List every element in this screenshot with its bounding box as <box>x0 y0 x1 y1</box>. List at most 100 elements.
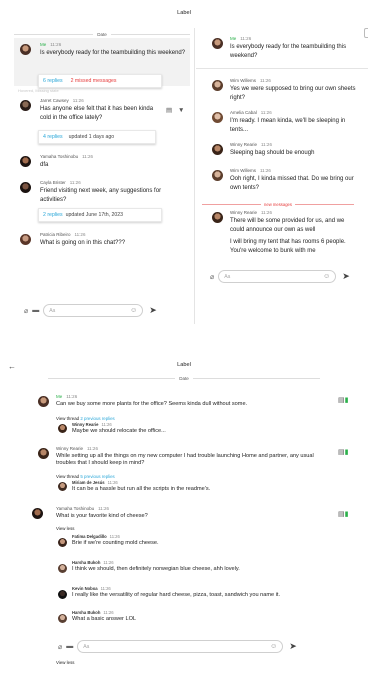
sticker-icon[interactable]: ▬ <box>32 307 39 314</box>
message-input[interactable]: Aa ☺ <box>43 304 144 317</box>
input-placeholder: Aa <box>83 643 90 650</box>
author-name: Harsha Bukoh <box>72 560 101 565</box>
thread-preview-reply[interactable]: Miriam de Jesús 11:26 It can be a hassle … <box>72 480 210 493</box>
message-text: Ooh right, I kinda missed that. Do we br… <box>230 176 354 191</box>
message-text: Maybe we should relocate the office... <box>72 428 166 434</box>
thread-icon[interactable]: ▤ <box>338 397 345 404</box>
pin-icon[interactable]: ▼ <box>178 107 184 114</box>
timestamp: 11:26 <box>82 154 94 159</box>
view-less-link[interactable]: View less <box>56 526 74 531</box>
updated-text: updated June 17th, 2023 <box>65 212 124 218</box>
message-text: While setting up all the things on my ne… <box>56 453 314 466</box>
author-name: Miriam de Jesús <box>72 480 105 485</box>
timestamp: 11:26 <box>260 78 271 83</box>
send-icon[interactable]: ➤ <box>342 271 350 282</box>
thread-message-input[interactable]: Aa ☺ <box>218 270 337 283</box>
thread-summary[interactable]: 2 replies updated June 17th, 2023 <box>38 208 162 222</box>
author-name: Cayla Brister <box>40 180 66 185</box>
send-icon[interactable]: ➤ <box>149 305 157 316</box>
message-text: Yes we were supposed to bring our own sh… <box>230 86 356 101</box>
channel-pane: Date Me 11:26 Is everybody ready for the … <box>14 32 190 328</box>
timestamp: 11:26 <box>107 480 118 485</box>
timestamp: 11:26 <box>261 210 272 215</box>
author-name: Winny Rearie <box>230 142 258 147</box>
message-text: It can be a hassle but run all the scrip… <box>72 486 211 492</box>
view-less-link[interactable]: View less <box>56 660 74 665</box>
thread-reply[interactable]: Kevin Noboa 11:26 I really like the versa… <box>72 586 280 599</box>
emoji-icon[interactable]: ☺ <box>130 307 137 314</box>
previous-replies-link[interactable]: 2 previous replies <box>80 416 114 421</box>
thread-icon[interactable]: ▤ <box>166 107 172 114</box>
avatar <box>212 144 223 155</box>
thread-message-input[interactable]: Aa ☺ <box>77 640 284 653</box>
sticker-icon[interactable]: ▬ <box>66 643 73 650</box>
thread-reply[interactable]: Harsha Bukoh 11:26 I think we should, the… <box>72 560 240 573</box>
view-thread-link[interactable]: View thread <box>56 416 79 421</box>
avatar <box>212 170 223 181</box>
author-name: Wim Willems <box>230 78 256 83</box>
author-name: Winny Rearie <box>56 446 84 451</box>
author-name: Yamaha Toshinobu <box>56 506 95 511</box>
author-name: Amelia Cabal <box>230 110 257 115</box>
timestamp: 11:26 <box>66 394 78 399</box>
thread-divider <box>196 68 368 69</box>
view-thread-row[interactable]: View thread 5 previous replies <box>56 474 115 479</box>
timestamp: 11:26 <box>72 98 84 103</box>
avatar <box>32 508 43 519</box>
message-text: I will bring my tent that has rooms 6 pe… <box>230 239 346 254</box>
paperclip-icon[interactable]: ⌀ <box>210 273 214 281</box>
replies-link[interactable]: 2 replies <box>43 212 63 218</box>
input-placeholder: Aa <box>49 307 56 314</box>
timestamp: 11:26 <box>69 180 81 185</box>
avatar <box>20 182 31 193</box>
page-title: Label <box>177 362 191 368</box>
avatar <box>58 482 67 491</box>
page-title: Label <box>177 10 191 16</box>
thread-reply[interactable]: Harsha Bukoh 11:26 What a basic answer LO… <box>72 610 136 623</box>
thread-icon[interactable]: ▤ <box>338 511 345 518</box>
avatar <box>58 538 67 547</box>
thread-summary[interactable]: 4 replies updated 1 days ago <box>38 130 156 144</box>
avatar <box>38 448 49 459</box>
author-name: Kevin Noboa <box>72 586 98 591</box>
view-thread-link[interactable]: View thread <box>56 474 79 479</box>
thread-reply[interactable]: Fatima Delgadillo 11:26 Brie if we're cou… <box>72 534 159 547</box>
author-name: Wim Willems <box>230 168 256 173</box>
timestamp: 11:26 <box>261 142 272 147</box>
mobile-inline-threads-view: ← Label Date Me 11:26 Can we buy some mor… <box>0 360 368 680</box>
avatar <box>212 212 223 223</box>
message-text: What is going on in this chat??? <box>40 240 126 246</box>
view-thread-row[interactable]: View thread 2 previous replies <box>56 416 115 421</box>
pane-divider <box>194 28 195 324</box>
timestamp: 11:26 <box>101 422 112 427</box>
message-text: I'm ready. I mean kinda, we'll be sleepi… <box>230 118 346 133</box>
thread-panel-toggle[interactable] <box>364 28 368 38</box>
author-name: Yamaha Toshinobu <box>40 154 79 159</box>
replies-link[interactable]: 4 replies <box>43 134 63 140</box>
unread-indicator-icon: ▮ <box>344 397 349 404</box>
timestamp: 11:26 <box>260 110 272 115</box>
author-name: Me <box>230 36 237 41</box>
emoji-icon[interactable]: ☺ <box>323 273 330 280</box>
previous-replies-link[interactable]: 5 previous replies <box>80 474 114 479</box>
date-separator: Date <box>14 32 190 37</box>
desktop-thread-view: Label Date Me 11:26 Is everybody ready fo… <box>0 0 368 328</box>
avatar <box>38 396 49 407</box>
message-text: Brie if we're counting mold cheese. <box>72 540 159 546</box>
paperclip-icon[interactable]: ⌀ <box>24 307 28 315</box>
thread-preview-reply[interactable]: Winny Rearie 11:26 Maybe we should reloca… <box>72 422 166 435</box>
emoji-icon[interactable]: ☺ <box>270 643 277 650</box>
thread-summary[interactable]: 6 replies 2 missed messages <box>38 74 162 88</box>
thread-icon[interactable]: ▤ <box>338 449 345 456</box>
avatar <box>212 112 223 123</box>
updated-text: updated 1 days ago <box>68 134 115 140</box>
unread-indicator-icon: ▮ <box>344 511 349 518</box>
state-caption: Hovered, Missing state <box>18 88 59 93</box>
timestamp: 11:26 <box>100 586 111 591</box>
date-separator: Date <box>48 376 320 381</box>
send-icon[interactable]: ➤ <box>289 641 297 652</box>
timestamp: 11:26 <box>260 168 271 173</box>
replies-link[interactable]: 6 replies <box>43 78 63 84</box>
paperclip-icon[interactable]: ⌀ <box>58 643 62 651</box>
thread-composer: ⌀ ▬ Aa ☺ ➤ <box>58 640 297 653</box>
